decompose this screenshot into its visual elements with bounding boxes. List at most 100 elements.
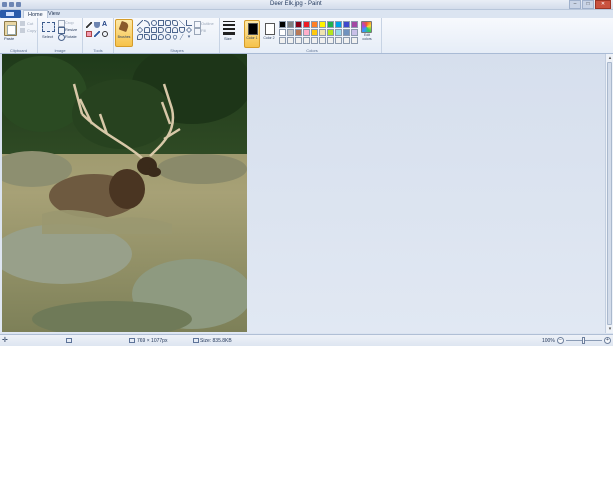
shape-hexagon[interactable]	[151, 27, 157, 33]
zoom-in-button[interactable]: +	[604, 337, 611, 344]
palette-swatch[interactable]	[303, 37, 310, 44]
palette-swatch[interactable]	[287, 37, 294, 44]
paste-button[interactable]: Paste	[4, 36, 14, 41]
maximize-button[interactable]: □	[582, 0, 594, 9]
shape-four-point-star[interactable]	[186, 27, 192, 33]
palette-swatch[interactable]	[279, 37, 286, 44]
undo-icon[interactable]	[9, 2, 14, 7]
shape-down-arrow[interactable]	[179, 27, 185, 33]
resize-button[interactable]: Resize	[65, 27, 77, 32]
vertical-scrollbar[interactable]: ▴ ▾	[605, 54, 613, 333]
palette-swatch[interactable]	[335, 29, 342, 36]
ribbon: Paste Cut Copy Clipboard Select Crop Res…	[0, 18, 613, 54]
colors-group-label: Colors	[306, 48, 318, 53]
outline-button[interactable]: Outline	[201, 21, 214, 26]
palette-swatch[interactable]	[351, 29, 358, 36]
shape-polygon[interactable]	[172, 20, 178, 26]
palette-swatch[interactable]	[343, 29, 350, 36]
palette-swatch[interactable]	[311, 29, 318, 36]
select-icon[interactable]	[42, 22, 55, 32]
shape-rounded-callout[interactable]	[151, 34, 157, 40]
scroll-down-icon[interactable]: ▾	[607, 326, 613, 332]
cut-button[interactable]: Cut	[27, 21, 33, 26]
palette-swatch[interactable]	[351, 37, 358, 44]
palette-swatch[interactable]	[351, 21, 358, 28]
crop-button[interactable]: Crop	[65, 20, 74, 25]
minimize-button[interactable]: –	[569, 0, 581, 9]
select-button[interactable]: Select	[42, 34, 53, 39]
palette-swatch[interactable]	[327, 29, 334, 36]
fill-button[interactable]: Fill	[201, 28, 206, 33]
palette-swatch[interactable]	[303, 29, 310, 36]
palette-swatch[interactable]	[327, 37, 334, 44]
shape-oval-callout[interactable]	[158, 34, 164, 40]
shape-left-arrow[interactable]	[165, 27, 171, 33]
palette-swatch[interactable]	[279, 21, 286, 28]
size-icon[interactable]	[223, 21, 235, 37]
close-button[interactable]: ✕	[595, 0, 611, 9]
shape-six-point-star[interactable]	[144, 34, 150, 40]
palette-swatch[interactable]	[295, 21, 302, 28]
palette-swatch[interactable]	[287, 29, 294, 36]
shape-line[interactable]	[137, 20, 143, 26]
fill-shape-icon	[194, 28, 201, 35]
scroll-thumb[interactable]	[607, 62, 612, 325]
palette-swatch[interactable]	[335, 21, 342, 28]
shape-curve[interactable]	[144, 20, 150, 26]
edit-colors-button[interactable]: Edit colors	[359, 33, 375, 41]
shape-diamond[interactable]	[136, 26, 144, 34]
text-icon[interactable]: A	[102, 21, 108, 28]
size-button[interactable]: Size	[224, 36, 232, 41]
zoom-out-button[interactable]: −	[557, 337, 564, 344]
cut-icon	[20, 21, 25, 26]
magnifier-icon[interactable]	[102, 31, 108, 37]
palette-swatch[interactable]	[311, 37, 318, 44]
palette-swatch[interactable]	[319, 29, 326, 36]
shape-pentagon[interactable]	[144, 27, 150, 33]
paste-icon[interactable]	[4, 21, 17, 36]
shape-heart[interactable]	[172, 34, 178, 40]
shape-rounded-rectangle[interactable]	[165, 20, 171, 26]
shape-right-triangle[interactable]	[186, 20, 192, 26]
palette-swatch[interactable]	[319, 21, 326, 28]
brushes-label: Brushes	[117, 35, 131, 39]
shape-oval[interactable]	[151, 20, 157, 26]
shape-triangle[interactable]	[179, 20, 185, 26]
edit-colors-icon[interactable]	[361, 21, 372, 33]
palette-swatch[interactable]	[295, 29, 302, 36]
palette-swatch[interactable]	[327, 21, 334, 28]
palette-swatch[interactable]	[303, 21, 310, 28]
zoom-slider-thumb[interactable]	[582, 337, 585, 344]
color2-button[interactable]: Color 2	[261, 20, 277, 48]
shape-lightning[interactable]	[179, 34, 185, 40]
palette-swatch[interactable]	[279, 29, 286, 36]
shape-up-arrow[interactable]	[172, 27, 178, 33]
palette-swatch[interactable]	[295, 37, 302, 44]
color2-swatch	[265, 23, 275, 35]
shape-rectangle[interactable]	[158, 20, 164, 26]
shape-right-arrow[interactable]	[158, 27, 164, 33]
palette-swatch[interactable]	[287, 21, 294, 28]
rotate-button[interactable]: Rotate	[65, 34, 77, 39]
tab-view[interactable]: View	[44, 10, 64, 18]
color1-button[interactable]: Color 1	[244, 20, 260, 48]
save-icon[interactable]	[2, 2, 7, 7]
palette-swatch[interactable]	[343, 21, 350, 28]
color-picker-icon[interactable]	[94, 31, 100, 37]
eraser-icon[interactable]	[86, 31, 92, 37]
shape-more[interactable]: ▾	[186, 34, 192, 40]
palette-swatch[interactable]	[319, 37, 326, 44]
scroll-up-icon[interactable]: ▴	[607, 55, 613, 61]
pencil-icon[interactable]	[86, 22, 92, 28]
redo-icon[interactable]	[16, 2, 21, 7]
shape-cloud-callout[interactable]	[165, 34, 171, 40]
paint-menu-button[interactable]	[0, 10, 21, 18]
palette-swatch[interactable]	[311, 21, 318, 28]
fill-icon[interactable]	[94, 22, 100, 28]
palette-swatch[interactable]	[343, 37, 350, 44]
palette-swatch[interactable]	[335, 37, 342, 44]
brushes-button[interactable]: Brushes	[115, 19, 133, 47]
copy-button[interactable]: Copy	[27, 28, 36, 33]
shape-five-point-star[interactable]	[137, 34, 143, 40]
canvas-image[interactable]	[2, 54, 247, 332]
